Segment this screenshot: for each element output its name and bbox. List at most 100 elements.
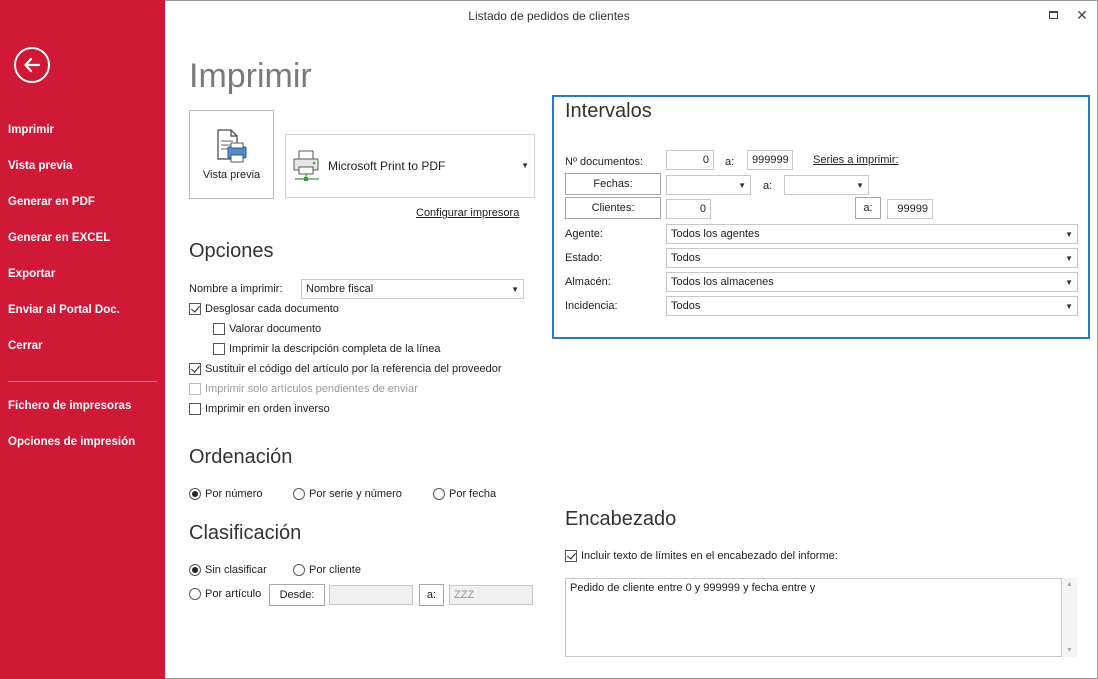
status-label: Estado: — [565, 252, 603, 264]
printer-icon — [293, 150, 319, 181]
date-to-label: a: — [763, 180, 773, 192]
agent-label: Agente: — [565, 228, 603, 240]
chevron-down-icon: ▼ — [511, 285, 519, 294]
checkbox-descripcion-completa[interactable]: Imprimir la descripción completa de la l… — [213, 343, 441, 355]
article-to-button[interactable]: a: — [419, 584, 444, 606]
status-value: Todos — [671, 252, 701, 264]
status-select[interactable]: Todos ▼ — [666, 248, 1078, 268]
chevron-down-icon: ▼ — [521, 161, 529, 170]
name-to-print-label: Nombre a imprimir: — [189, 283, 283, 295]
checkbox-pendientes: Imprimir solo artículos pendientes de en… — [189, 383, 418, 395]
radio-por-articulo[interactable]: Por artículo — [189, 588, 261, 600]
header-text-area[interactable]: Pedido de cliente entre 0 y 999999 y fec… — [565, 578, 1062, 657]
close-icon: ✕ — [1076, 7, 1088, 23]
back-button[interactable] — [14, 47, 50, 83]
document-preview-icon — [217, 129, 247, 163]
radio-sin-clasificar[interactable]: Sin clasificar — [189, 564, 267, 576]
maximize-button[interactable] — [1043, 6, 1063, 24]
window-title: Listado de pedidos de clientes — [468, 9, 630, 23]
classification-title: Clasificación — [189, 522, 302, 544]
name-to-print-select[interactable]: Nombre fiscal ▼ — [301, 279, 524, 299]
close-button[interactable]: ✕ — [1072, 6, 1092, 24]
article-to-input[interactable]: ZZZ — [449, 585, 533, 605]
checkbox-orden-inverso[interactable]: Imprimir en orden inverso — [189, 403, 330, 415]
radio-label: Por artículo — [205, 588, 262, 600]
documents-label: Nº documentos: — [565, 156, 643, 168]
sidebar-item-exportar[interactable]: Exportar — [8, 268, 55, 280]
radio-dot — [189, 564, 201, 576]
checkbox-valorar[interactable]: Valorar documento — [213, 323, 321, 335]
article-from-input[interactable] — [329, 585, 413, 605]
article-from-button[interactable]: Desde: — [269, 584, 325, 606]
chevron-down-icon: ▼ — [1065, 302, 1073, 311]
back-arrow-icon — [24, 57, 41, 73]
checkbox-include-limits[interactable]: Incluir texto de límites en el encabezad… — [565, 550, 838, 562]
radio-por-fecha[interactable]: Por fecha — [433, 488, 496, 500]
radio-dot — [293, 488, 305, 500]
preview-button[interactable]: Vista previa — [189, 110, 274, 199]
checkbox-label: Imprimir solo artículos pendientes de en… — [205, 383, 418, 395]
radio-label: Por serie y número — [309, 488, 402, 500]
agent-select[interactable]: Todos los agentes ▼ — [666, 224, 1078, 244]
intervals-title: Intervalos — [565, 100, 652, 122]
sidebar-item-opciones-impresion[interactable]: Opciones de impresión — [8, 436, 135, 448]
incident-value: Todos — [671, 300, 701, 312]
radio-dot — [293, 564, 305, 576]
clients-from-input[interactable]: 0 — [666, 199, 711, 219]
sidebar-item-enviar-portal[interactable]: Enviar al Portal Doc. — [8, 304, 120, 316]
radio-por-cliente[interactable]: Por cliente — [293, 564, 361, 576]
sidebar-item-cerrar[interactable]: Cerrar — [8, 340, 43, 352]
radio-dot — [189, 488, 201, 500]
checkbox-desglosar[interactable]: Desglosar cada documento — [189, 303, 339, 315]
date-to-select[interactable]: ▼ — [784, 175, 869, 195]
sidebar: Imprimir Vista previa Generar en PDF Gen… — [0, 0, 165, 679]
radio-por-numero[interactable]: Por número — [189, 488, 262, 500]
sidebar-item-generar-pdf[interactable]: Generar en PDF — [8, 196, 95, 208]
checkbox-box — [213, 343, 225, 355]
configure-printer-link[interactable]: Configurar impresora — [416, 207, 519, 219]
sidebar-item-generar-excel[interactable]: Generar en EXCEL — [8, 232, 110, 244]
series-link[interactable]: Series a imprimir: — [813, 154, 899, 166]
chevron-down-icon: ▼ — [856, 181, 864, 190]
scroll-down-icon[interactable]: ▼ — [1066, 647, 1073, 654]
checkbox-label: Incluir texto de límites en el encabezad… — [581, 550, 838, 562]
warehouse-value: Todos los almacenes — [671, 276, 774, 288]
checkbox-box — [189, 403, 201, 415]
incident-select[interactable]: Todos ▼ — [666, 296, 1078, 316]
documents-to-label: a: — [725, 156, 735, 168]
name-to-print-value: Nombre fiscal — [306, 283, 374, 295]
header-text-scrollbar[interactable]: ▲ ▼ — [1063, 578, 1077, 657]
checkbox-label: Desglosar cada documento — [205, 303, 339, 315]
radio-label: Por cliente — [309, 564, 361, 576]
documents-to-input[interactable]: 999999 — [747, 150, 793, 170]
sidebar-item-fichero-impresoras[interactable]: Fichero de impresoras — [8, 400, 131, 412]
title-bar: Listado de pedidos de clientes ✕ — [165, 0, 1098, 32]
warehouse-label: Almacén: — [565, 276, 611, 288]
clients-to-button[interactable]: a: — [855, 197, 881, 219]
clients-button[interactable]: Clientes: — [565, 197, 661, 219]
date-from-select[interactable]: ▼ — [666, 175, 751, 195]
clients-to-input[interactable]: 99999 — [887, 199, 933, 219]
radio-label: Sin clasificar — [205, 564, 267, 576]
sidebar-item-vista-previa[interactable]: Vista previa — [8, 160, 72, 172]
checkbox-label: Sustituir el código del artículo por la … — [205, 363, 502, 375]
checkbox-sustituir-codigo[interactable]: Sustituir el código del artículo por la … — [189, 363, 502, 375]
documents-from-input[interactable]: 0 — [666, 150, 714, 170]
sidebar-item-imprimir[interactable]: Imprimir — [8, 124, 54, 136]
checkbox-label: Imprimir la descripción completa de la l… — [229, 343, 441, 355]
checkbox-box — [189, 363, 201, 375]
printer-select[interactable]: Microsoft Print to PDF ▼ — [285, 134, 535, 198]
radio-por-serie-numero[interactable]: Por serie y número — [293, 488, 402, 500]
radio-label: Por número — [205, 488, 263, 500]
radio-dot — [189, 588, 201, 600]
agent-value: Todos los agentes — [671, 228, 760, 240]
maximize-icon — [1048, 11, 1058, 19]
printer-name: Microsoft Print to PDF — [328, 159, 446, 173]
warehouse-select[interactable]: Todos los almacenes ▼ — [666, 272, 1078, 292]
scroll-up-icon[interactable]: ▲ — [1066, 581, 1073, 588]
checkbox-box — [565, 550, 577, 562]
page-title: Imprimir — [189, 57, 312, 95]
radio-label: Por fecha — [449, 488, 497, 500]
incident-label: Incidencia: — [565, 300, 618, 312]
dates-button[interactable]: Fechas: — [565, 173, 661, 195]
